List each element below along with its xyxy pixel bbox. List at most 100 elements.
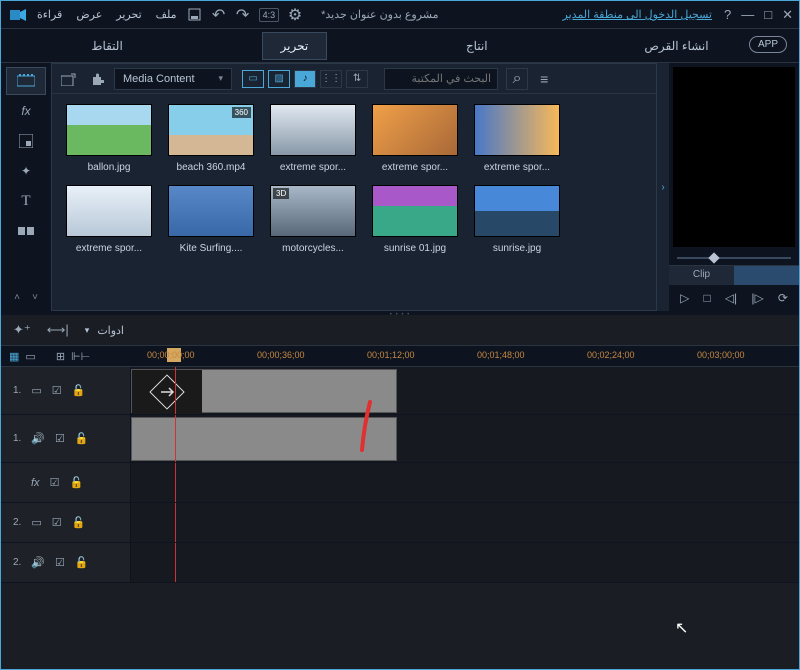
filter-video-icon[interactable]: ▭ [242,70,264,88]
sort-icon[interactable]: ⇅ [346,70,368,88]
collapse-arrow-icon[interactable]: › [657,63,669,311]
magic-tool-icon[interactable]: ✦⁺ [13,322,31,338]
settings-icon[interactable]: ⚙ [287,7,303,23]
video-clip[interactable] [131,369,397,413]
rail-up-icon[interactable]: ˄ [9,289,25,305]
media-room-icon[interactable] [6,67,46,95]
maximize-icon[interactable]: □ [764,7,772,23]
menu-view[interactable]: عرض [76,8,102,21]
import-icon[interactable] [58,69,80,89]
media-item[interactable]: sunrise 01.jpg [372,185,458,254]
media-library: Media Content ▾ ▭ ▨ ♪ ⋮⋮ ⇅ ⌕ ≡ [51,63,657,311]
loop-icon[interactable]: ⟳ [778,291,788,305]
media-item[interactable]: extreme spor... [66,185,152,254]
save-icon[interactable] [187,7,203,23]
preview-viewport[interactable] [673,67,795,247]
track-lane[interactable] [131,503,799,542]
audio-clip[interactable] [131,417,397,461]
view-grid-icon[interactable]: ⋮⋮ [320,70,342,88]
tab-disc[interactable]: انشاء القرص [626,33,726,59]
minimize-icon[interactable]: — [741,7,754,23]
search-button-icon[interactable]: ⌕ [506,68,528,90]
visible-checkbox-icon[interactable]: ☑ [52,516,62,529]
tracks: 1. ▭ ☑ 🔓 1. 🔊 ☑ 🔓 [1,367,799,583]
visible-checkbox-icon[interactable]: ☑ [52,384,62,397]
preview-seek-slider[interactable] [669,251,799,265]
prev-frame-icon[interactable]: ◁| [725,291,737,305]
track-header: 2. 🔊 ☑ 🔓 [1,543,131,582]
lock-icon[interactable]: 🔓 [72,516,86,529]
visible-checkbox-icon[interactable]: ☑ [50,476,60,489]
snap-icon[interactable]: ⊩⊢ [71,350,90,363]
stop-icon[interactable]: □ [703,291,710,305]
split-icon[interactable]: ⟷| [47,322,69,338]
filter-image-icon[interactable]: ▨ [268,70,290,88]
track-manager-icon[interactable]: ⊞ [56,350,65,363]
media-item[interactable]: sunrise.jpg [474,185,560,254]
aspect-badge[interactable]: 4:3 [259,8,280,22]
transition-room-icon[interactable] [6,217,46,245]
lock-icon[interactable]: 🔓 [75,432,89,445]
track-lane[interactable] [131,367,799,414]
visible-checkbox-icon[interactable]: ☑ [55,432,65,445]
filter-audio-icon[interactable]: ♪ [294,70,316,88]
timeline-ruler[interactable]: 00;00;00;00 00;00;36;00 00;01;12;00 00;0… [131,346,799,366]
lock-icon[interactable]: 🔓 [69,476,83,489]
menu-edit[interactable]: تحرير [116,8,141,21]
movie-tab[interactable] [734,266,799,285]
slider-thumb-icon[interactable] [708,252,719,263]
audio-track-icon: 🔊 [31,432,45,445]
app-badge[interactable]: APP [749,36,787,53]
titlebar-quickactions: ↶ ↷ 4:3 ⚙ [187,7,304,23]
tab-edit[interactable]: تحرير [262,32,328,60]
search-box[interactable] [384,68,498,90]
dropdown-label: Media Content [123,73,195,85]
ruler-controls: ▦ ▭ ⊞ ⊩⊢ [1,346,131,366]
rail-down-icon[interactable]: ˅ [27,289,43,305]
plugin-icon[interactable] [86,69,108,89]
thumbnails: ballon.jpg 360 beach 360.mp4 extreme spo… [52,94,656,310]
mouse-cursor-icon: ↖ [675,618,688,638]
tab-produce[interactable]: انتاج [448,33,506,59]
clip-tab[interactable]: Clip [669,266,734,285]
media-item[interactable]: extreme spor... [474,104,560,173]
playhead-line [175,367,176,414]
playhead-line [175,463,176,502]
storyboard-view-icon[interactable]: ▭ [25,350,35,363]
media-item[interactable]: extreme spor... [270,104,356,173]
redo-icon[interactable]: ↷ [235,7,251,23]
menu-file[interactable]: ملف [156,8,177,21]
track-lane[interactable] [131,415,799,462]
search-input[interactable] [391,73,491,85]
close-icon[interactable]: ✕ [782,7,793,23]
tab-capture[interactable]: التقاط [73,33,140,59]
signin-link[interactable]: تسجيل الدخول الى منطقة المدير [563,8,712,21]
workspace: fx ✦ T ˄ ˅ Media Content ▾ ▭ ▨ [1,63,799,311]
tools-dropdown[interactable]: ادوات ▾ [85,324,124,337]
pip-room-icon[interactable] [6,127,46,155]
media-item[interactable]: extreme spor... [372,104,458,173]
timeline-view-icon[interactable]: ▦ [9,350,19,363]
title-room-icon[interactable]: T [6,187,46,215]
media-item[interactable]: 360 beach 360.mp4 [168,104,254,173]
help-icon[interactable]: ? [724,7,731,23]
fx-room-icon[interactable]: fx [6,97,46,125]
track-lane[interactable] [131,463,799,502]
app-logo-icon [7,5,29,25]
visible-checkbox-icon[interactable]: ☑ [55,556,65,569]
track-lane[interactable] [131,543,799,582]
next-frame-icon[interactable]: |▷ [751,291,763,305]
content-dropdown[interactable]: Media Content ▾ [114,68,232,90]
play-icon[interactable]: ▷ [680,291,689,305]
lock-icon[interactable]: 🔓 [75,556,89,569]
menu-play[interactable]: قراءة [37,8,62,21]
lock-icon[interactable]: 🔓 [72,384,86,397]
media-item[interactable]: 3D motorcycles... [270,185,356,254]
media-item[interactable]: ballon.jpg [66,104,152,173]
library-menu-icon[interactable]: ≡ [540,71,548,87]
track-header: 1. 🔊 ☑ 🔓 [1,415,131,462]
undo-icon[interactable]: ↶ [211,7,227,23]
media-item[interactable]: Kite Surfing.... [168,185,254,254]
project-title: مشروع بدون عنوان جديد* [321,8,438,21]
particle-room-icon[interactable]: ✦ [6,157,46,185]
